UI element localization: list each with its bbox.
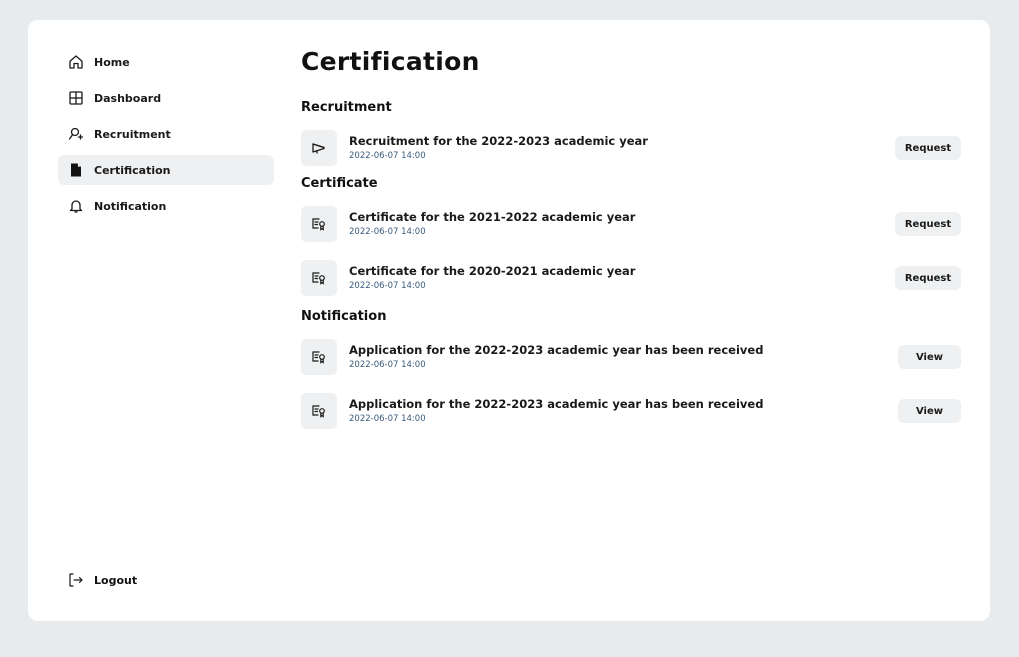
megaphone-icon: [301, 130, 337, 166]
certificate-icon: [301, 206, 337, 242]
list-item: Application for the 2022-2023 academic y…: [301, 393, 961, 429]
bell-icon: [68, 198, 84, 214]
item-date: 2022-06-07 14:00: [349, 151, 426, 161]
page-title: Certification: [301, 47, 480, 76]
request-button[interactable]: Request: [895, 136, 961, 160]
list-item: Recruitment for the 2022-2023 academic y…: [301, 130, 961, 166]
sidebar-item-label: Dashboard: [94, 91, 162, 105]
item-date: 2022-06-07 14:00: [349, 281, 426, 291]
list-item: Certificate for the 2020-2021 academic y…: [301, 260, 961, 296]
item-date: 2022-06-07 14:00: [349, 227, 426, 237]
sidebar-item-notification[interactable]: Notification: [58, 191, 274, 221]
home-icon: [68, 54, 84, 70]
certificate-icon: [301, 393, 337, 429]
certificate-icon: [301, 260, 337, 296]
item-date: 2022-06-07 14:00: [349, 360, 426, 370]
request-button[interactable]: Request: [895, 266, 961, 290]
dashboard-icon: [68, 90, 84, 106]
list-item: Certificate for the 2021-2022 academic y…: [301, 206, 961, 242]
sidebar-item-recruitment[interactable]: Recruitment: [58, 119, 274, 149]
certificate-icon: [301, 339, 337, 375]
item-title: Application for the 2022-2023 academic y…: [349, 343, 764, 357]
request-button[interactable]: Request: [895, 212, 961, 236]
list-item: Application for the 2022-2023 academic y…: [301, 339, 961, 375]
item-title: Certificate for the 2020-2021 academic y…: [349, 264, 636, 278]
view-button[interactable]: View: [898, 399, 961, 423]
section-title-notification: Notification: [301, 309, 387, 324]
view-button[interactable]: View: [898, 345, 961, 369]
item-title: Application for the 2022-2023 academic y…: [349, 397, 764, 411]
sidebar-item-dashboard[interactable]: Dashboard: [58, 83, 274, 113]
sidebar-item-label: Recruitment: [94, 127, 171, 141]
section-title-certificate: Certificate: [301, 176, 378, 191]
section-title-recruitment: Recruitment: [301, 100, 392, 115]
sidebar-item-label: Notification: [94, 199, 167, 213]
document-icon: [68, 162, 84, 178]
sidebar-item-home[interactable]: Home: [58, 47, 274, 77]
item-date: 2022-06-07 14:00: [349, 414, 426, 424]
logout-button[interactable]: Logout: [68, 570, 137, 590]
logout-icon: [68, 572, 84, 588]
main-card: Home Dashboard Recruitment Certification…: [28, 20, 990, 621]
item-title: Recruitment for the 2022-2023 academic y…: [349, 134, 648, 148]
item-title: Certificate for the 2021-2022 academic y…: [349, 210, 636, 224]
logout-label: Logout: [94, 573, 138, 587]
sidebar-item-label: Home: [94, 55, 130, 69]
recruitment-icon: [68, 126, 84, 142]
main-content: Certification Recruitment Recruitment fo…: [301, 44, 961, 429]
sidebar-item-label: Certification: [94, 163, 171, 177]
sidebar: Home Dashboard Recruitment Certification…: [58, 47, 274, 227]
sidebar-item-certification[interactable]: Certification: [58, 155, 274, 185]
